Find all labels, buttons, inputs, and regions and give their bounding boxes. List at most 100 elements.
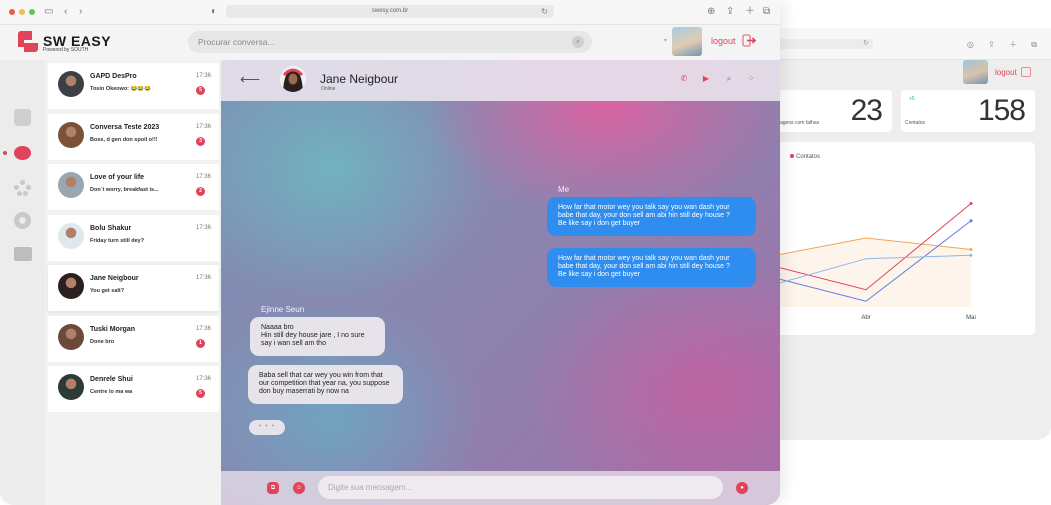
- message-placeholder: Digite sua mensagem...: [328, 483, 413, 492]
- contact-status: Online: [321, 86, 336, 92]
- conversation-item[interactable]: GAPD DesPro Tosin Okeowo: 😂😂😂 17:36 5: [48, 63, 219, 109]
- contacts-chart-card: Contatos Abr Mai: [776, 142, 1035, 335]
- chart-point: [969, 253, 973, 257]
- more-icon[interactable]: ⁘: [746, 74, 756, 84]
- user-avatar[interactable]: [672, 27, 702, 56]
- logout-icon[interactable]: [742, 34, 756, 47]
- unread-badge: 5: [196, 389, 205, 398]
- kpi-value: 23: [850, 94, 883, 127]
- conversation-item[interactable]: Jane Neigbour You get salt? 17:36: [48, 265, 219, 311]
- chart-x-tick-label: Abr: [861, 315, 870, 321]
- browser-bar: ▭ ‹ › ◐ swesy.com.br ↻ ⊕ ⇪ ＋ ⧉: [0, 0, 780, 25]
- dashboard-browser-tools[interactable]: ◎ ⇪ ＋ ⧉: [967, 39, 1043, 50]
- typing-indicator: • • •: [249, 420, 285, 435]
- dashboard-url-bar[interactable]: ↻: [778, 39, 873, 49]
- conversation-preview: Tosin Okeowo: 😂😂😂: [90, 86, 152, 92]
- settings-icon[interactable]: [14, 212, 31, 229]
- chart-point: [969, 202, 973, 205]
- chat-panel: ⟵ Jane Neigbour Online ✆ ▶ ⌕ ⁘ Me How fa…: [221, 60, 780, 505]
- video-icon[interactable]: ▶: [701, 74, 711, 84]
- incoming-message[interactable]: Baba sell that car wey you win from that…: [248, 365, 403, 404]
- conversation-time: 17:36: [195, 275, 211, 281]
- conversation-avatar: [58, 273, 84, 299]
- privacy-shield-icon[interactable]: ◐: [211, 5, 217, 19]
- message-input[interactable]: Digite sua mensagem...: [318, 476, 723, 499]
- conversation-name: Denrele Shui: [90, 376, 133, 383]
- conversation-name: Love of your life: [90, 174, 145, 181]
- reload-icon[interactable]: ↻: [541, 5, 548, 18]
- contacts-line-chart: Abr Mai: [776, 202, 976, 321]
- conversation-search[interactable]: Procurar conversa... ⌕: [188, 31, 592, 53]
- unread-badge: 5: [196, 86, 205, 95]
- brand-logo-icon: [18, 31, 38, 53]
- maximize-window-button[interactable]: [29, 9, 35, 15]
- kpi-card-failures: 23 agens com falhas: [776, 90, 892, 132]
- phone-icon[interactable]: ✆: [679, 74, 689, 84]
- folder-icon[interactable]: [14, 247, 32, 261]
- emoji-icon[interactable]: ☺: [293, 482, 305, 494]
- conversation-item[interactable]: Love of your life Don`t worry, breakfast …: [48, 164, 219, 210]
- dashboard-user-avatar[interactable]: [963, 60, 988, 84]
- download-icon[interactable]: ⊕: [707, 5, 715, 19]
- conversation-name: Jane Neigbour: [90, 275, 139, 282]
- chart-area: [776, 238, 971, 307]
- conversation-preview: Friday turn still dey?: [90, 238, 145, 244]
- outgoing-message[interactable]: How far that motor wey you talk say you …: [547, 197, 756, 236]
- share-icon[interactable]: ⇪: [726, 5, 734, 19]
- conversation-name: GAPD DesPro: [90, 73, 137, 80]
- conversation-name: Tuski Morgan: [90, 326, 135, 333]
- conversation-preview: Boss, d gen don spoil o!!!: [90, 137, 158, 143]
- conversation-time: 17:36: [195, 225, 211, 231]
- conversation-time: 17:36: [195, 174, 211, 180]
- conversation-item[interactable]: Conversa Teste 2023 Boss, d gen don spoil…: [48, 114, 219, 160]
- home-icon[interactable]: [14, 109, 31, 126]
- app-header: SW EASY Powered by SOUTH Procurar conver…: [0, 25, 780, 60]
- logout-icon[interactable]: [1021, 67, 1031, 77]
- microphone-icon[interactable]: ●: [736, 482, 748, 494]
- incoming-message[interactable]: Naaaa bro Hin still dey house jare , I n…: [250, 317, 385, 356]
- forward-arrow-icon[interactable]: ›: [79, 5, 82, 19]
- incoming-sender-label: Ejinne Seun: [261, 305, 305, 314]
- conversation-preview: Don`t worry, breakfast is...: [90, 187, 159, 193]
- conversation-avatar: [58, 71, 84, 97]
- conversation-preview: Centre lo ma wa: [90, 389, 133, 395]
- close-window-button[interactable]: [9, 9, 15, 15]
- outgoing-message[interactable]: How far that motor wey you talk say you …: [547, 248, 756, 287]
- conversation-name: Bolu Shakur: [90, 225, 132, 232]
- unread-badge: 3: [196, 137, 205, 146]
- dashboard-logout-link[interactable]: logout: [995, 68, 1017, 77]
- attachment-icon[interactable]: ⧉: [267, 482, 279, 494]
- message-composer: ⧉ ☺ Digite sua mensagem... ●: [221, 471, 780, 505]
- conversation-item[interactable]: Bolu Shakur Friday turn still dey? 17:36: [48, 215, 219, 261]
- contact-avatar[interactable]: [280, 66, 306, 92]
- logout-link[interactable]: logout: [711, 36, 736, 46]
- address-bar[interactable]: swesy.com.br ↻: [226, 5, 554, 18]
- chat-icon[interactable]: [3, 146, 31, 163]
- conversation-avatar: [58, 122, 84, 148]
- conversation-time: 17:36: [195, 124, 211, 130]
- search-icon[interactable]: ⌕: [572, 36, 584, 48]
- conversation-preview: Done bro: [90, 339, 115, 345]
- kpi-card-contacts: +5 158 Contatos: [901, 90, 1035, 132]
- chat-header: ⟵ Jane Neigbour Online ✆ ▶ ⌕ ⁘: [221, 60, 780, 101]
- conversation-time: 17:36: [195, 73, 211, 79]
- conversation-item[interactable]: Denrele Shui Centre lo ma wa 17:36 5: [48, 366, 219, 412]
- kpi-trend-badge: +5: [909, 96, 915, 102]
- conversation-preview: You get salt?: [90, 288, 125, 294]
- search-icon[interactable]: ⌕: [724, 74, 734, 84]
- new-tab-icon[interactable]: ＋: [745, 5, 755, 19]
- sidebar-toggle-icon[interactable]: ▭: [44, 5, 53, 19]
- chat-app-window: ▭ ‹ › ◐ swesy.com.br ↻ ⊕ ⇪ ＋ ⧉ SW EASY P…: [0, 0, 780, 505]
- tab-overview-icon[interactable]: ⧉: [763, 5, 770, 19]
- chevron-down-icon[interactable]: ▾: [664, 37, 667, 44]
- contact-name: Jane Neigbour: [320, 72, 399, 86]
- conversation-item[interactable]: Tuski Morgan Done bro 17:36 1: [48, 316, 219, 362]
- back-arrow-icon[interactable]: ‹: [64, 5, 67, 19]
- left-nav: [0, 60, 45, 505]
- search-placeholder: Procurar conversa...: [198, 37, 275, 47]
- minimize-window-button[interactable]: [19, 9, 25, 15]
- conversation-avatar: [58, 324, 84, 350]
- users-icon[interactable]: [14, 180, 31, 197]
- conversation-time: 17:36: [195, 376, 211, 382]
- back-arrow-icon[interactable]: ⟵: [240, 71, 260, 88]
